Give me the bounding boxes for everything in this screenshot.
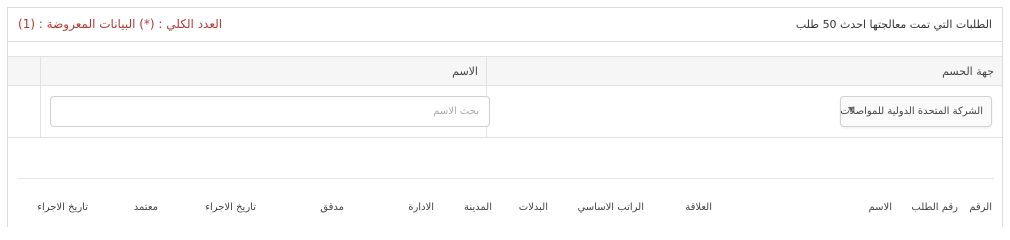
column-header-action-date-2[interactable]: تاريخ الاجراء — [37, 202, 88, 213]
column-header-relation[interactable]: العلاقة — [685, 202, 712, 213]
filter-input-row: ▼ الشركة المتحدة الدولية للمواصلات — [8, 86, 1002, 138]
company-filter-label: جهة الحسم — [942, 65, 994, 78]
column-header-auditor[interactable]: مدقق — [320, 202, 344, 213]
column-divider — [40, 86, 41, 137]
processed-requests-panel: الطلبات التي تمت معالجتها احدث 50 طلب ال… — [7, 7, 1003, 227]
column-header-city[interactable]: المدينة — [464, 202, 492, 213]
column-header-allowances[interactable]: البدلات — [519, 202, 548, 213]
panel-header: الطلبات التي تمت معالجتها احدث 50 طلب ال… — [8, 8, 1002, 42]
company-select-value: الشركة المتحدة الدولية للمواصلات — [840, 106, 983, 117]
column-header-department[interactable]: الادارة — [408, 202, 434, 213]
name-search-input[interactable] — [50, 96, 490, 127]
column-divider — [40, 57, 41, 85]
column-header-number[interactable]: الرقم — [969, 202, 992, 213]
column-header-approver[interactable]: معتمد — [134, 202, 158, 213]
column-header-name[interactable]: الاسم — [868, 202, 892, 213]
column-divider — [486, 57, 487, 85]
column-header-basic-salary[interactable]: الراتب الاساسي — [577, 202, 644, 213]
record-count-summary: العدد الكلي : (*) البيانات المعروضة : (1… — [18, 17, 223, 31]
panel-title: الطلبات التي تمت معالجتها احدث 50 طلب — [795, 18, 992, 31]
name-filter-label: الاسم — [452, 65, 478, 78]
filter-header-row: جهة الحسم الاسم — [8, 56, 1002, 86]
column-header-action-date[interactable]: تاريخ الاجراء — [205, 202, 256, 213]
company-select[interactable]: ▼ الشركة المتحدة الدولية للمواصلات — [840, 96, 992, 127]
column-header-request-number[interactable]: رقم الطلب — [911, 202, 958, 213]
requests-table-header: الرقم رقم الطلب الاسم العلاقة الراتب الا… — [18, 178, 994, 228]
